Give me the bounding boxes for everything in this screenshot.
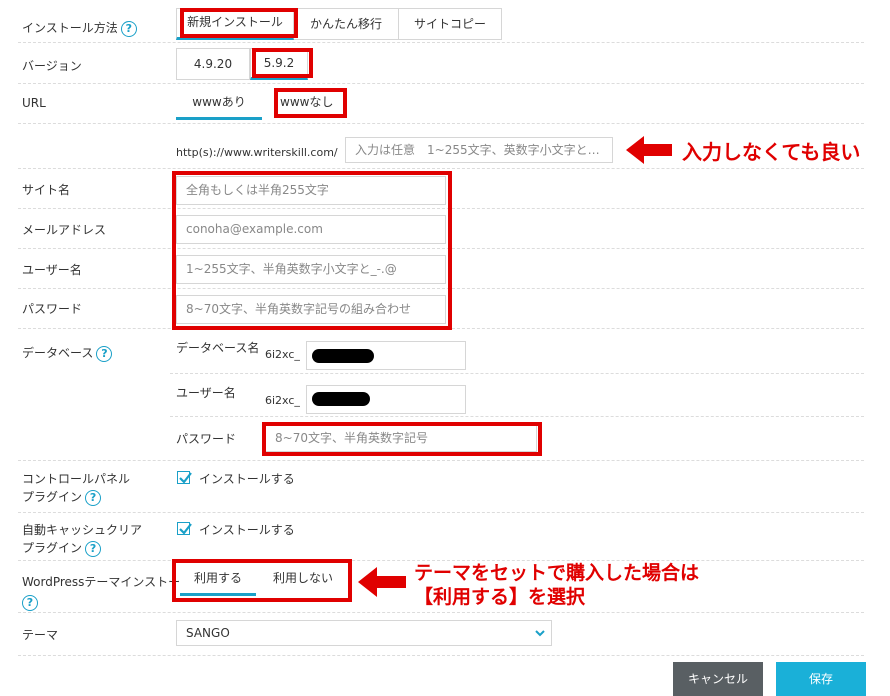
highlight-theme-install [172,559,352,602]
install-method-label: インストール方法? [22,19,137,37]
username-label: ユーザー名 [22,263,82,277]
highlight-no-www [274,88,347,118]
red-arrow-icon [626,136,672,164]
url-prefix: http(s)://www.writerskill.com/ [176,146,338,159]
url-label: URL [22,96,46,110]
chevron-down-icon[interactable] [534,627,546,641]
install-method-migrate[interactable]: かんたん移行 [294,8,398,40]
highlight-version [252,48,313,78]
cancel-button[interactable]: キャンセル [673,662,763,696]
cache-plugin-label: 自動キャッシュクリア プラグイン? [22,523,143,557]
red-arrow-icon [358,567,406,597]
install-method-copy[interactable]: サイトコピー [398,8,502,40]
db-user-prefix: 6i2xc_ [265,394,300,407]
site-name-label: サイト名 [22,183,71,197]
cp-plugin-label: コントロールパネル プラグイン? [22,472,131,506]
save-button[interactable]: 保存 [776,662,866,696]
help-icon[interactable]: ? [85,489,102,506]
cp-plugin-checkbox[interactable] [177,471,192,484]
url-note: 入力しなくても良い [682,140,861,164]
version-old[interactable]: 4.9.20 [176,48,250,80]
highlight-db-password [262,422,542,456]
password-label: パスワード [22,302,83,316]
theme-label: テーマ [22,628,59,642]
help-icon[interactable]: ? [85,540,102,557]
theme-note-line1: テーマをセットで購入した場合は [414,562,700,584]
db-name-prefix: 6i2xc_ [265,348,300,361]
url-www[interactable]: wwwあり [176,88,262,120]
url-path-input[interactable]: 入力は任意 1~255文字、英数字小文字と… [345,137,613,163]
db-user-label: ユーザー名 [176,386,236,400]
highlight-site-fields [172,171,452,330]
help-icon[interactable]: ? [96,345,113,362]
check-icon [179,523,192,535]
cache-plugin-checkbox[interactable] [177,522,192,535]
redacted-db-user [312,392,370,406]
check-icon [179,472,192,484]
database-label: データベース? [22,344,113,362]
version-label: バージョン [22,59,82,73]
email-label: メールアドレス [22,223,107,237]
theme-select[interactable]: SANGO [176,620,552,646]
cp-plugin-checkbox-label[interactable]: インストールする [199,470,295,487]
cache-plugin-checkbox-label[interactable]: インストールする [199,521,295,538]
highlight-new-install [180,8,298,38]
theme-note-line2: 【利用する】を選択 [414,586,586,608]
db-name-label: データベース名 [176,341,260,355]
theme-install-label: WordPressテーマインストール ? [22,575,193,611]
redacted-db-name [312,349,374,363]
help-icon[interactable]: ? [22,594,38,611]
help-icon[interactable]: ? [120,20,137,37]
db-password-label: パスワード [176,432,237,446]
